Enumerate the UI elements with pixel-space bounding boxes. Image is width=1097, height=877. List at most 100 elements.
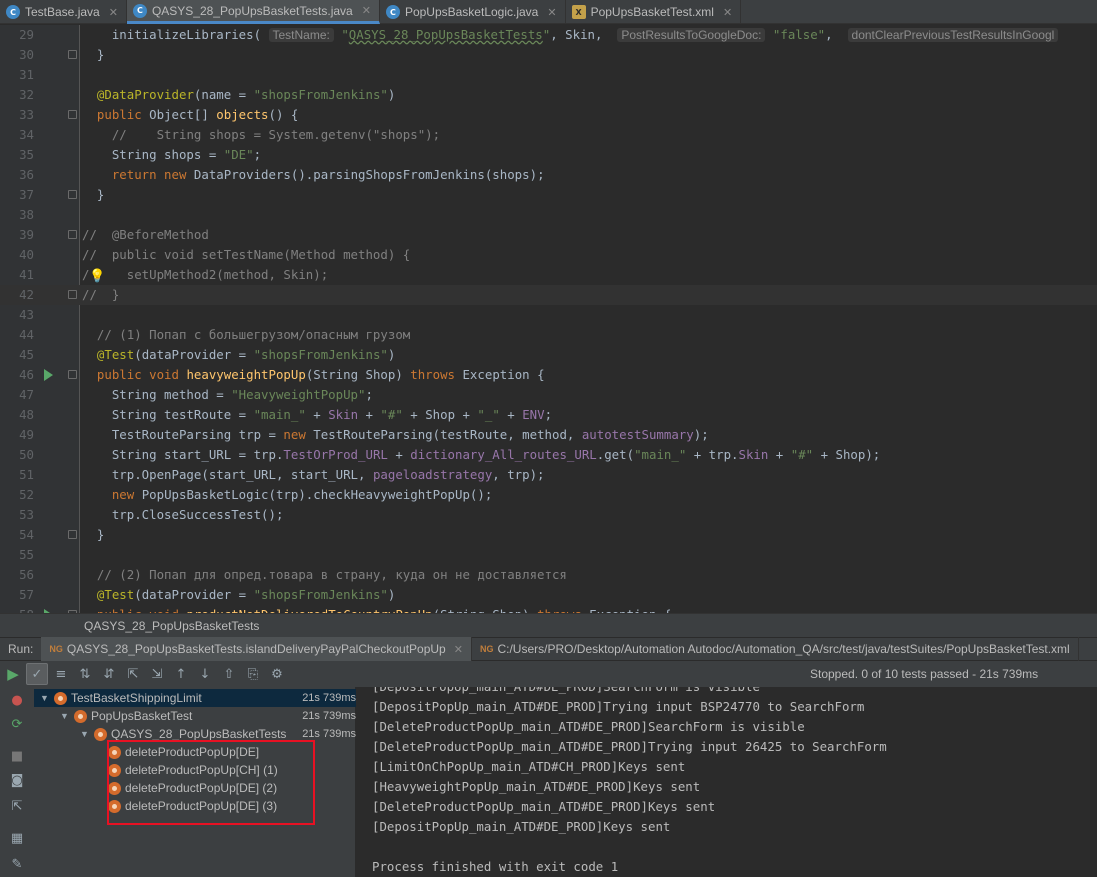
sort-alpha-icon[interactable]: ⇅: [74, 663, 96, 685]
code-line[interactable]: 43: [0, 305, 1097, 325]
code-text: @Test(dataProvider = "shopsFromJenkins"): [96, 587, 396, 602]
code-line[interactable]: 44 // (1) Попап с большегрузом/опасным г…: [0, 325, 1097, 345]
chevron-down-icon[interactable]: ▼: [80, 725, 90, 743]
close-icon[interactable]: ✕: [547, 6, 556, 19]
code-text: String shops = "DE";: [82, 147, 262, 162]
tab-qasys28-tests[interactable]: C QASYS_28_PopUpsBasketTests.java ✕: [126, 0, 380, 24]
test-case-node[interactable]: deleteProductPopUp[CH] (1): [34, 761, 356, 779]
line-number: 35: [19, 147, 34, 162]
prev-failed-icon[interactable]: ↑: [170, 663, 192, 685]
layout-icon[interactable]: ▦: [6, 827, 28, 849]
code-text: public Object[] objects() {: [96, 107, 299, 122]
export-icon[interactable]: ⇧: [218, 663, 240, 685]
console-output[interactable]: [DepositPopUp_main_ATD#DE_PROD]SearchFor…: [357, 687, 1097, 877]
code-line[interactable]: 33 public Object[] objects() {: [0, 105, 1097, 125]
close-icon[interactable]: ✕: [362, 4, 371, 17]
code-line[interactable]: 51 trp.OpenPage(start_URL, start_URL, pa…: [0, 465, 1097, 485]
code-line[interactable]: 41 💡 / setUpMethod2(method, Skin);: [0, 265, 1097, 285]
code-line[interactable]: 39 // @BeforeMethod: [0, 225, 1097, 245]
code-text: // (2) Попап для опред.товара в страну, …: [96, 567, 567, 582]
rerun-failed-icon[interactable]: ●: [6, 689, 28, 711]
code-line[interactable]: 29 initializeLibraries( TestName: "QASYS…: [0, 25, 1097, 45]
code-line[interactable]: 36 return new DataProviders().parsingSho…: [0, 165, 1097, 185]
test-duration: 21s 739ms: [302, 728, 356, 740]
settings-gear-icon[interactable]: ⚙: [266, 663, 288, 685]
test-case-node[interactable]: deleteProductPopUp[DE]: [34, 743, 356, 761]
test-stopped-icon: [54, 691, 67, 705]
fold-icon[interactable]: [68, 110, 77, 119]
line-number: 29: [19, 27, 34, 42]
rerun-icon[interactable]: ▶: [2, 663, 24, 685]
expand-all-icon[interactable]: ⇱: [122, 663, 144, 685]
next-failed-icon[interactable]: ↓: [194, 663, 216, 685]
code-line[interactable]: 35 String shops = "DE";: [0, 145, 1097, 165]
test-stopped-icon: [108, 799, 121, 813]
run-tab-xml-suite[interactable]: NG C:/Users/PRO/Desktop/Automation Autod…: [472, 637, 1079, 661]
line-number: 57: [19, 587, 34, 602]
code-text: }: [82, 47, 105, 62]
fold-icon[interactable]: [68, 50, 77, 59]
code-line[interactable]: 53 trp.CloseSuccessTest();: [0, 505, 1097, 525]
code-line[interactable]: 47 String method = "HeavyweightPopUp";: [0, 385, 1097, 405]
import-icon[interactable]: ⎘: [242, 663, 264, 685]
code-line[interactable]: 34 // String shops = System.getenv("shop…: [0, 125, 1097, 145]
tab-label: QASYS_28_PopUpsBasketTests.java: [151, 3, 353, 18]
code-editor[interactable]: 29 initializeLibraries( TestName: "QASYS…: [0, 25, 1097, 613]
code-line[interactable]: 45 @Test(dataProvider = "shopsFromJenkin…: [0, 345, 1097, 365]
code-line[interactable]: 46 public void heavyweightPopUp(String S…: [0, 365, 1097, 385]
fold-icon[interactable]: [68, 190, 77, 199]
code-line[interactable]: 42 // }: [0, 285, 1097, 305]
code-text: // }: [82, 287, 120, 302]
code-line[interactable]: 48 String testRoute = "main_" + Skin + "…: [0, 405, 1097, 425]
code-line[interactable]: 40 // public void setTestName(Method meth…: [0, 245, 1097, 265]
test-suite-node[interactable]: ▼ TestBasketShippingLimit 21s 739ms: [34, 689, 356, 707]
show-passed-icon[interactable]: ✓: [26, 663, 48, 685]
code-line[interactable]: 56 // (2) Попап для опред.товара в стран…: [0, 565, 1097, 585]
collapse-all-icon[interactable]: ⇲: [146, 663, 168, 685]
close-icon[interactable]: ✕: [454, 643, 463, 656]
run-test-gutter-icon[interactable]: [44, 369, 53, 381]
code-line[interactable]: 55: [0, 545, 1097, 565]
tab-testbase[interactable]: C TestBase.java ✕: [0, 0, 127, 24]
test-suite-node[interactable]: ▼ PopUpsBasketTest 21s 739ms: [34, 707, 356, 725]
pin-icon[interactable]: ⇱: [6, 795, 28, 817]
run-tab-island-delivery[interactable]: NG QASYS_28_PopUpsBasketTests.islandDeli…: [41, 637, 472, 661]
code-line[interactable]: 57 @Test(dataProvider = "shopsFromJenkin…: [0, 585, 1097, 605]
code-line[interactable]: 50 String start_URL = trp.TestOrProd_URL…: [0, 445, 1097, 465]
tools-icon[interactable]: ✎: [6, 853, 28, 875]
test-suite-node[interactable]: ▼ QASYS_28_PopUpsBasketTests 21s 739ms: [34, 725, 356, 743]
chevron-down-icon[interactable]: ▼: [40, 689, 50, 707]
snapshot-icon[interactable]: ◙: [6, 769, 28, 791]
close-icon[interactable]: ✕: [723, 6, 732, 19]
code-line[interactable]: 38: [0, 205, 1097, 225]
code-text: // @BeforeMethod: [82, 227, 209, 242]
code-line[interactable]: 30 }: [0, 45, 1097, 65]
code-line[interactable]: 54 }: [0, 525, 1097, 545]
code-text: // String shops = System.getenv("shops")…: [111, 127, 441, 142]
fold-icon[interactable]: [68, 370, 77, 379]
code-line[interactable]: 37 }: [0, 185, 1097, 205]
code-line[interactable]: 49 TestRouteParsing trp = new TestRouteP…: [0, 425, 1097, 445]
chevron-down-icon[interactable]: ▼: [60, 707, 70, 725]
code-text: TestRouteParsing trp = new TestRoutePars…: [82, 427, 709, 442]
tab-popups-basket-logic[interactable]: C PopUpsBasketLogic.java ✕: [380, 0, 566, 24]
code-line[interactable]: 58 public void productNotDeliveredToCoun…: [0, 605, 1097, 613]
show-ignored-icon[interactable]: ≡: [50, 663, 72, 685]
fold-icon[interactable]: [68, 530, 77, 539]
code-text: String start_URL = trp.TestOrProd_URL + …: [82, 447, 881, 462]
fold-icon[interactable]: [68, 230, 77, 239]
run-side-toolbar: ● ⟳ ■ ◙ ⇱ ▦ ✎: [0, 687, 34, 877]
code-line[interactable]: 32 @DataProvider(name = "shopsFromJenkin…: [0, 85, 1097, 105]
stop-icon[interactable]: ■: [6, 745, 28, 767]
test-case-node[interactable]: deleteProductPopUp[DE] (3): [34, 797, 356, 815]
fold-icon[interactable]: [68, 290, 77, 299]
test-case-node[interactable]: deleteProductPopUp[DE] (2): [34, 779, 356, 797]
close-icon[interactable]: ✕: [109, 6, 118, 19]
code-line[interactable]: 31: [0, 65, 1097, 85]
test-node-label: QASYS_28_PopUpsBasketTests: [111, 727, 287, 741]
sort-duration-icon[interactable]: ⇵: [98, 663, 120, 685]
tab-popups-basket-xml[interactable]: X PopUpsBasketTest.xml ✕: [566, 0, 742, 24]
code-line[interactable]: 52 new PopUpsBasketLogic(trp).checkHeavy…: [0, 485, 1097, 505]
toggle-auto-test-icon[interactable]: ⟳: [6, 713, 28, 735]
test-stopped-icon: [108, 745, 121, 759]
